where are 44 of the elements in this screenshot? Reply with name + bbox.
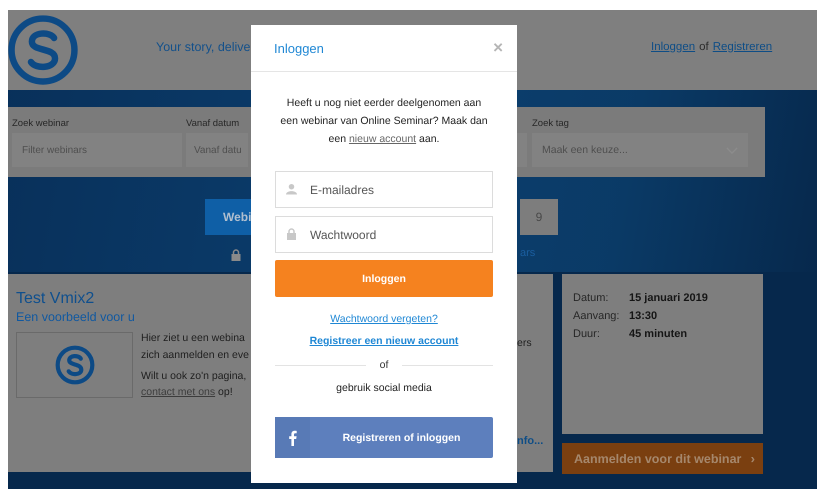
filter-field[interactable] [517,133,527,167]
description-text: Hier ziet u een webina [141,332,246,344]
webinars-link[interactable]: ars [520,247,536,259]
description-text: ers [517,337,533,349]
filter-label: Zoek webinar [12,118,70,129]
facebook-button[interactable]: Registreren of inloggen [275,417,493,458]
filter-label: Zoek tag [532,118,570,129]
register-account-link[interactable]: Registreer een nieuw account [310,335,458,347]
register-link[interactable]: Registreren [712,41,772,53]
filter-label: Vanaf datum [186,118,240,129]
password-field[interactable]: Wachtwoord [275,216,493,253]
email-field[interactable]: E-mailadres [275,171,493,208]
detail-value: 15 januari 2019 [629,292,708,304]
intro-paragraph: Heeft u nog niet eerder deelgenomen aan een webinar van Online Seminar? Maak dan een nieuw account aan. [279,96,489,147]
lock-icon [231,249,241,261]
dialog-title: Inloggen [274,40,324,56]
webinar-button[interactable]: Webi [205,199,251,235]
webinar-subtitle: Een voorbeeld voor u [16,310,136,324]
user-icon [286,183,297,195]
forgot-password-link[interactable]: Wachtwoord vergeten? [330,313,438,325]
separator-text: of [699,41,709,53]
new-account-link[interactable]: nieuw account [348,133,416,145]
description-text: op! [218,386,233,398]
close-button[interactable]: × [493,38,503,58]
lock-icon [286,228,297,240]
detail-value: 13:30 [629,310,658,322]
facebook-icon [288,430,296,446]
webinar-title: Test Vmix2 [16,290,96,308]
divider-text: of [380,359,388,371]
detail-label: Duur: [573,328,601,340]
register-webinar-button[interactable]: Aanmelden voor dit webinar › [562,443,763,474]
social-label: gebruik social media [336,382,432,394]
logo-icon [6,13,80,87]
description-text: zich aanmelden en eve [141,349,249,361]
login-button[interactable]: Inloggen [275,260,493,297]
tagline: Your story, delive [156,40,250,54]
logo-icon [54,344,96,386]
detail-label: Aanvang: [573,310,620,322]
description-text: Wilt u ook zo'n pagina, [141,370,248,382]
login-link[interactable]: Inloggen [651,41,696,53]
detail-value: 45 minuten [629,328,688,340]
more-info-link[interactable]: nfo... [517,435,553,447]
contact-link[interactable]: contact met ons [141,386,216,398]
detail-label: Datum: [573,292,610,304]
